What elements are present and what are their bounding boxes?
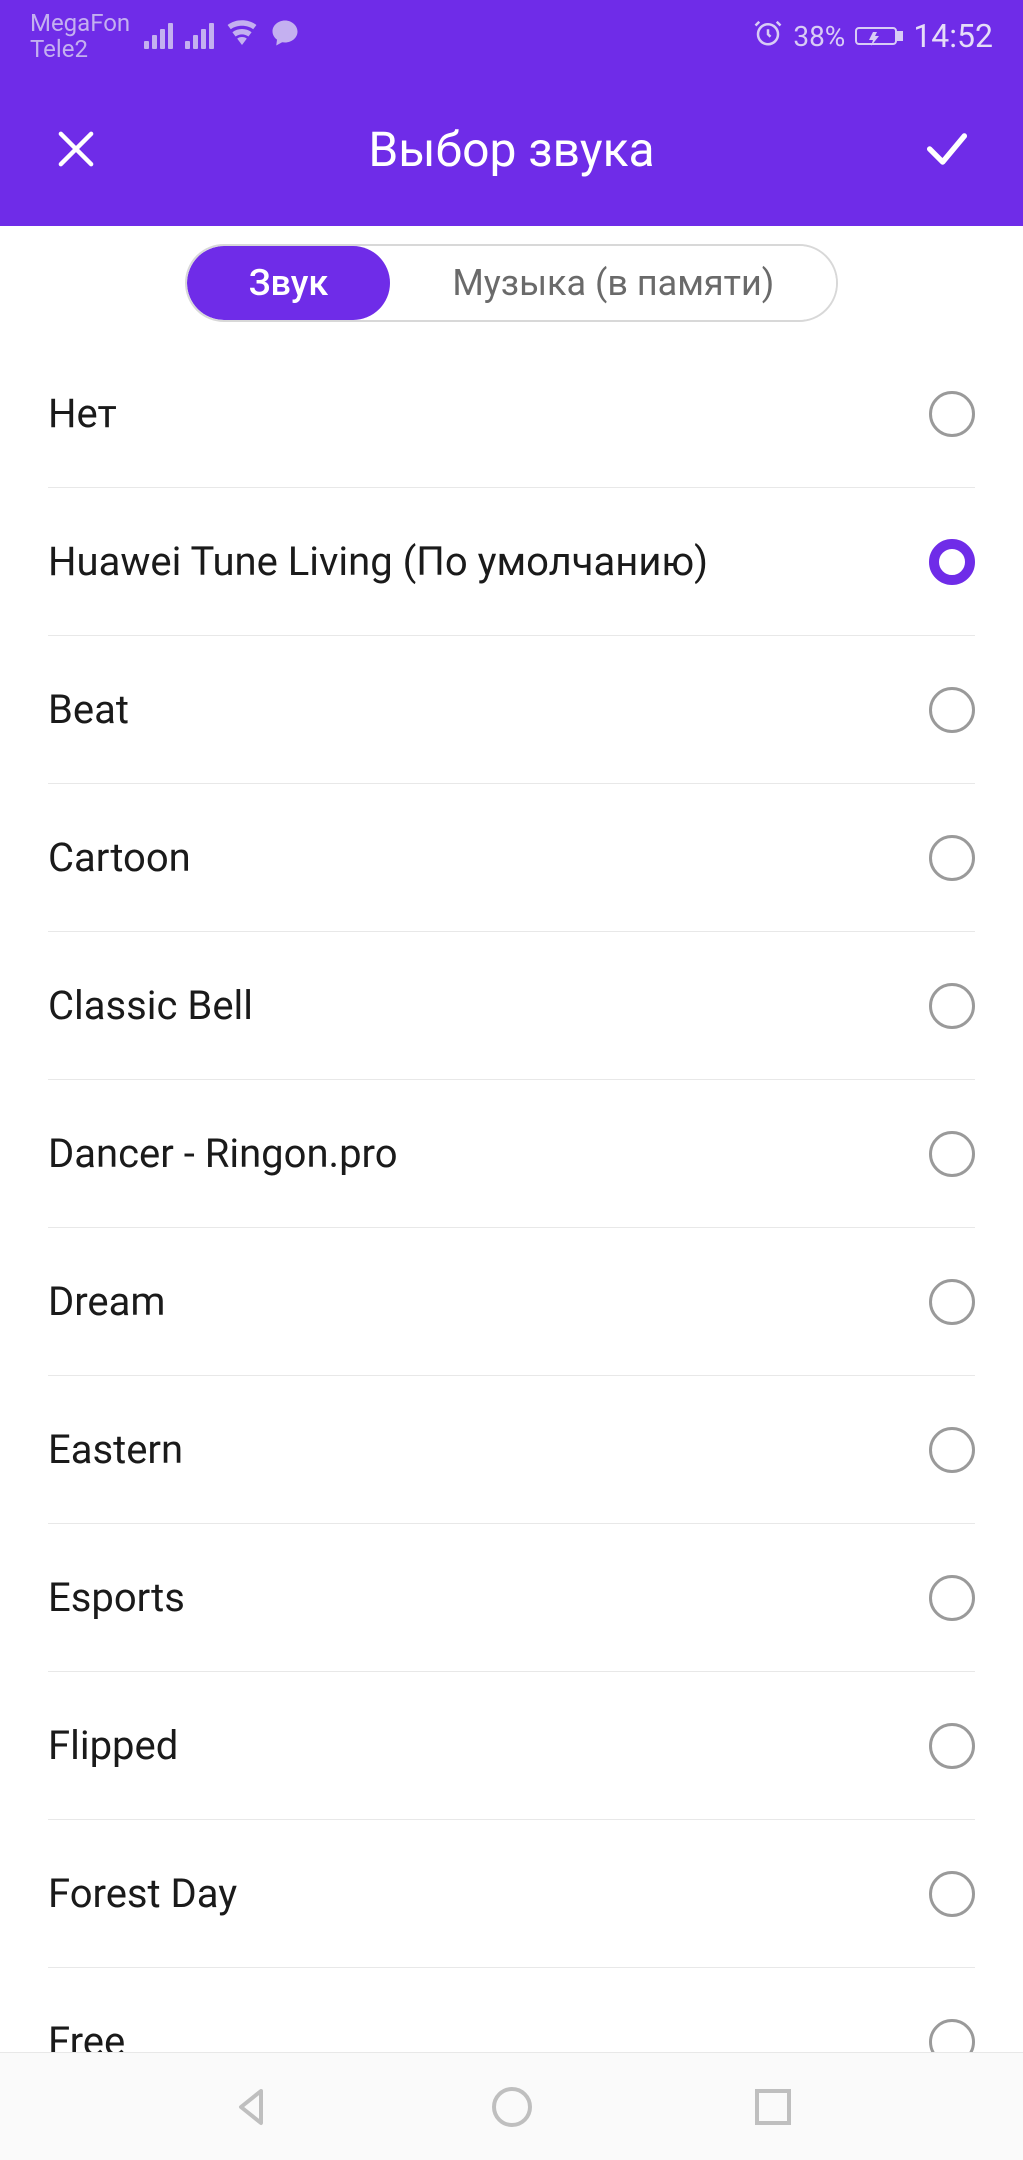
nav-home-button[interactable]	[486, 2081, 538, 2133]
radio-icon[interactable]	[929, 2019, 975, 2053]
sound-label: Flipped	[48, 1722, 178, 1769]
tabs: Звук Музыка (в памяти)	[185, 244, 839, 322]
radio-icon[interactable]	[929, 1871, 975, 1917]
radio-icon[interactable]	[929, 391, 975, 437]
tab-sound[interactable]: Звук	[187, 246, 391, 320]
sound-item[interactable]: Free	[48, 1968, 975, 2052]
carrier-2: Tele2	[30, 36, 130, 62]
radio-icon[interactable]	[929, 1575, 975, 1621]
signal-icons	[144, 17, 300, 56]
app-header: Выбор звука	[0, 72, 1023, 226]
sound-label: Esports	[48, 1574, 185, 1621]
sound-label: Нет	[48, 390, 117, 437]
nav-back-button[interactable]	[225, 2081, 277, 2133]
time: 14:52	[913, 17, 993, 55]
chat-bubble-icon	[270, 18, 300, 55]
radio-icon[interactable]	[929, 1723, 975, 1769]
sound-label: Cartoon	[48, 834, 191, 881]
radio-icon[interactable]	[929, 835, 975, 881]
sound-label: Eastern	[48, 1426, 183, 1473]
carrier-1: MegaFon	[30, 10, 130, 36]
sound-item[interactable]: Forest Day	[48, 1820, 975, 1968]
sound-item[interactable]: Classic Bell	[48, 932, 975, 1080]
radio-icon[interactable]	[929, 539, 975, 585]
sound-item[interactable]: Нет	[48, 340, 975, 488]
radio-icon[interactable]	[929, 687, 975, 733]
battery-icon	[855, 24, 903, 48]
nav-recent-button[interactable]	[747, 2081, 799, 2133]
tabs-container: Звук Музыка (в памяти)	[0, 226, 1023, 340]
status-bar: MegaFon Tele2 38% 14:52	[0, 0, 1023, 72]
navigation-bar	[0, 2052, 1023, 2160]
sound-item[interactable]: Dancer - Ringon.pro	[48, 1080, 975, 1228]
status-right: 38% 14:52	[753, 17, 993, 55]
sound-label: Dancer - Ringon.pro	[48, 1130, 398, 1177]
carriers: MegaFon Tele2	[30, 10, 130, 63]
sound-label: Huawei Tune Living (По умолчанию)	[48, 538, 708, 585]
sound-label: Beat	[48, 686, 129, 733]
sound-item[interactable]: Beat	[48, 636, 975, 784]
sound-item[interactable]: Huawei Tune Living (По умолчанию)	[48, 488, 975, 636]
close-button[interactable]	[48, 121, 104, 177]
radio-icon[interactable]	[929, 1427, 975, 1473]
alarm-icon	[753, 18, 783, 55]
sound-item[interactable]: Cartoon	[48, 784, 975, 932]
radio-icon[interactable]	[929, 1279, 975, 1325]
signal-bars-2-icon	[185, 23, 214, 49]
sound-label: Dream	[48, 1278, 165, 1325]
sound-item[interactable]: Dream	[48, 1228, 975, 1376]
content-area: Звук Музыка (в памяти) Нет Huawei Tune Li…	[0, 226, 1023, 2052]
status-left: MegaFon Tele2	[30, 10, 300, 63]
signal-bars-1-icon	[144, 23, 173, 49]
page-title: Выбор звука	[368, 121, 654, 178]
sound-item[interactable]: Flipped	[48, 1672, 975, 1820]
tab-music[interactable]: Музыка (в памяти)	[390, 246, 836, 320]
radio-icon[interactable]	[929, 1131, 975, 1177]
wifi-icon	[226, 17, 258, 56]
sound-list[interactable]: Нет Huawei Tune Living (По умолчанию) Beat…	[0, 340, 1023, 2052]
sound-item[interactable]: Eastern	[48, 1376, 975, 1524]
sound-label: Free	[48, 2018, 125, 2052]
sound-label: Classic Bell	[48, 982, 253, 1029]
radio-icon[interactable]	[929, 983, 975, 1029]
sound-item[interactable]: Esports	[48, 1524, 975, 1672]
sound-label: Forest Day	[48, 1870, 237, 1917]
battery-pct: 38%	[793, 20, 845, 53]
confirm-button[interactable]	[919, 121, 975, 177]
